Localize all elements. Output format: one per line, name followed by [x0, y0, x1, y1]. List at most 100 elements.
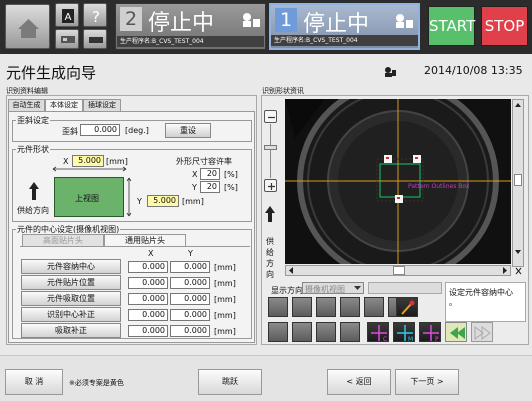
next-button[interactable]: 下一页 >	[395, 369, 459, 395]
tab-common-head[interactable]: 通用贴片头	[104, 234, 186, 246]
y-size-input[interactable]: 5.000	[147, 195, 179, 207]
center-row-x[interactable]: 0.000	[128, 277, 168, 289]
scroll-down-icon	[515, 250, 521, 254]
tolerance-label: 外形尺寸容许率	[176, 157, 232, 166]
svg-text:A: A	[65, 12, 72, 23]
status-text: 停止中	[303, 12, 370, 37]
shape-group-title: 元件形状	[16, 144, 50, 155]
center-row-label[interactable]: 吸取补正	[21, 323, 121, 338]
letter-a-icon: A	[62, 9, 74, 23]
corner-icon	[515, 267, 522, 275]
center-row-x[interactable]: 0.000	[128, 293, 168, 305]
skew-unit: [deg.]	[125, 126, 149, 135]
col-y-label: Y	[188, 249, 193, 258]
feed-vertical-char: 供	[266, 237, 274, 246]
tool-button-4[interactable]	[340, 297, 360, 317]
display-direction-select[interactable]: 摄像机视图	[302, 282, 364, 294]
tool-button-3[interactable]	[316, 297, 336, 317]
rewind-button[interactable]	[445, 322, 467, 342]
zoom-out-button[interactable]	[264, 110, 277, 123]
scroll-right-icon	[503, 267, 507, 274]
crosshair-m-icon: M	[397, 325, 413, 343]
minus-icon	[268, 116, 275, 119]
size-arrow-icon	[52, 166, 127, 172]
operator-button[interactable]	[55, 29, 79, 49]
center-row-x[interactable]: 0.000	[128, 261, 168, 273]
center-row-y[interactable]: 0.000	[170, 309, 210, 321]
size-arrow-icon	[126, 177, 132, 217]
horizontal-scroll-thumb[interactable]	[393, 266, 405, 275]
tool-button-9[interactable]	[316, 322, 336, 342]
tab-body-settings[interactable]: 本体设定	[45, 99, 83, 111]
status-number: 2	[120, 7, 142, 31]
keyboard-button[interactable]	[83, 29, 107, 49]
info-text: 设定元件容纳中心	[449, 288, 513, 297]
tol-x-input[interactable]: 20	[200, 168, 220, 180]
cancel-button[interactable]: 取 消	[5, 369, 63, 395]
center-row-label[interactable]: 元件吸取位置	[21, 291, 121, 306]
center-row-label[interactable]: 元件容纳中心	[21, 259, 121, 274]
center-row-x[interactable]: 0.000	[128, 325, 168, 337]
tab-divider	[20, 246, 250, 247]
center-row-y[interactable]: 0.000	[170, 293, 210, 305]
forward-button[interactable]	[471, 322, 493, 342]
vertical-scrollbar[interactable]	[512, 99, 524, 267]
tool-button-1[interactable]	[268, 297, 288, 317]
tool-button-2[interactable]	[292, 297, 312, 317]
pick-tool-button[interactable]	[396, 297, 418, 317]
tol-y-input[interactable]: 20	[200, 181, 220, 193]
feed-direction-vertical-label: 供给方向	[266, 236, 274, 280]
center-row-y[interactable]: 0.000	[170, 261, 210, 273]
tool-button-8[interactable]	[292, 322, 312, 342]
center-row-label[interactable]: 识别中心补正	[21, 307, 121, 322]
center-row-y[interactable]: 0.000	[170, 277, 210, 289]
feed-vertical-char: 向	[266, 270, 274, 279]
zoom-slider-track[interactable]	[270, 124, 271, 178]
required-note: ※必须专案是黄色	[69, 379, 124, 387]
svg-text:P: P	[435, 336, 439, 343]
center-c-button[interactable]: C	[367, 322, 389, 343]
status-panel-1[interactable]: 1 停止中 生产程序名:B_CVS_TEST_004	[269, 3, 420, 50]
keyboard-icon	[89, 37, 103, 43]
tab-auto-generate[interactable]: 自动生成	[8, 99, 45, 111]
tool-button-10[interactable]	[340, 322, 360, 342]
center-p-button[interactable]: P	[419, 322, 441, 343]
tool-button-5[interactable]	[364, 297, 384, 317]
help-button[interactable]: ?	[83, 3, 107, 27]
overlay-label: Pattern Outlines Box	[408, 183, 470, 190]
skew-group-title: 歪斜设定	[16, 115, 50, 126]
operator-status-icon	[243, 13, 260, 27]
center-row-unit: [mm]	[214, 311, 236, 320]
start-button[interactable]: START	[428, 6, 475, 46]
vertical-scroll-thumb[interactable]	[514, 174, 522, 186]
feed-direction-arrow-icon	[29, 182, 39, 200]
svg-text:?: ?	[92, 8, 100, 26]
skip-button[interactable]: 跳跃	[198, 369, 262, 395]
zoom-in-button[interactable]	[264, 179, 277, 192]
camera-view[interactable]: Pattern Outlines Box	[285, 99, 511, 264]
tol-y-unit: [%]	[224, 183, 238, 192]
center-row-unit: [mm]	[214, 263, 236, 272]
datetime: 2014/10/08 13:35	[424, 64, 523, 77]
info-box: 设定元件容纳中心 。	[445, 282, 526, 322]
back-button[interactable]: < 返回	[327, 369, 391, 395]
center-row-x[interactable]: 0.000	[128, 309, 168, 321]
center-row-y[interactable]: 0.000	[170, 325, 210, 337]
a-display-button[interactable]: A	[55, 3, 79, 27]
tab-ball-settings[interactable]: 插球设定	[83, 99, 121, 111]
feed-vertical-char: 方	[266, 259, 274, 268]
center-m-button[interactable]: M	[393, 322, 415, 343]
status-panel-2[interactable]: 2 停止中 生产程序名:B_CVS_TEST_004	[115, 3, 266, 50]
horizontal-scrollbar[interactable]	[285, 265, 511, 276]
reset-button[interactable]: 重设	[165, 123, 211, 138]
feed-vertical-char: 给	[266, 248, 274, 257]
center-row-label[interactable]: 元件贴片位置	[21, 275, 121, 290]
skew-input[interactable]: 0.000	[80, 124, 120, 136]
y-size-label: Y	[137, 197, 142, 206]
tab-high-head[interactable]: 高面贴片头	[22, 234, 104, 246]
rewind-icon	[450, 327, 465, 339]
home-button[interactable]	[5, 4, 50, 49]
stop-button[interactable]: STOP	[481, 6, 528, 46]
zoom-slider-handle[interactable]	[264, 145, 277, 150]
tool-button-7[interactable]	[268, 322, 288, 342]
